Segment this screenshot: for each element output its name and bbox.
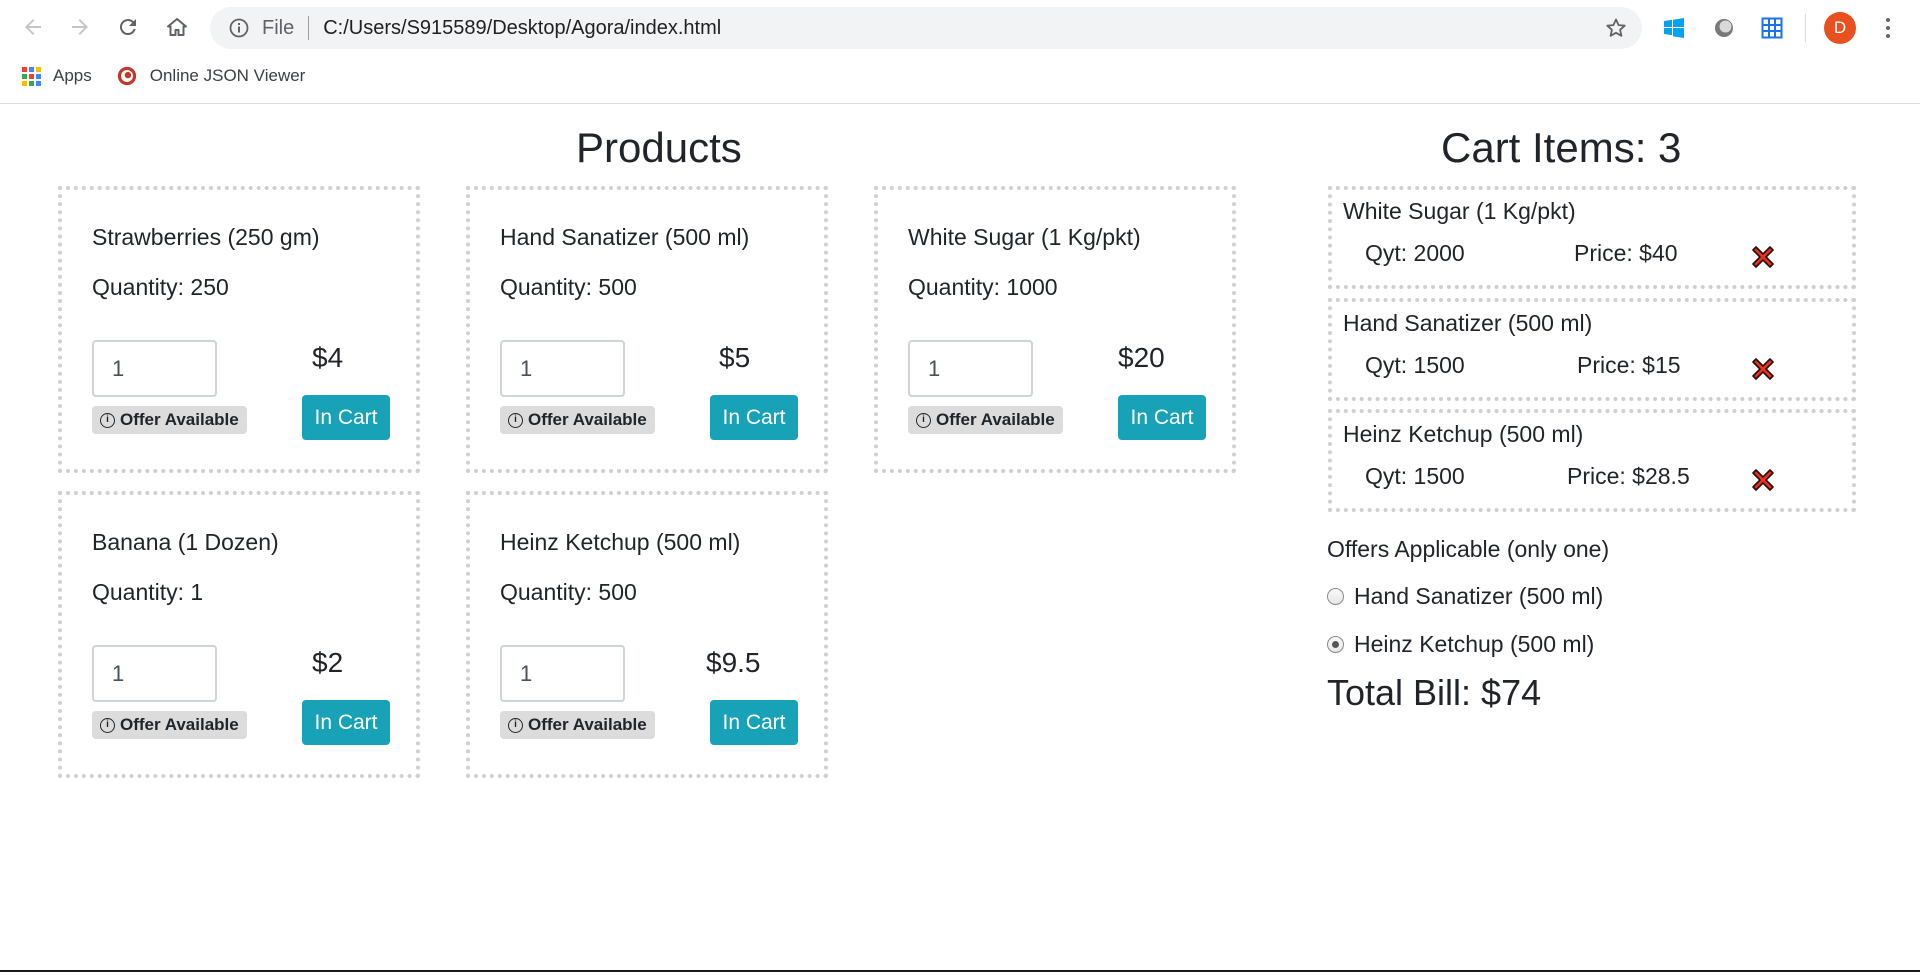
product-card: White Sugar (1 Kg/pkt) Quantity: 1000 $2… <box>874 186 1236 473</box>
bookmark-json-viewer[interactable]: Online JSON Viewer <box>116 65 306 87</box>
url-divider <box>308 16 310 40</box>
product-card: Hand Sanatizer (500 ml) Quantity: 500 $5… <box>466 186 828 473</box>
offer-radio[interactable] <box>1327 588 1344 605</box>
info-icon: i <box>508 717 523 733</box>
product-price: $5 <box>719 342 751 373</box>
offer-badge[interactable]: i Offer Available <box>908 406 1063 434</box>
cart-item-price: Price: $40 <box>1574 240 1678 266</box>
info-icon: i <box>508 412 523 428</box>
quantity-input[interactable] <box>500 340 625 397</box>
forward-button[interactable] <box>65 12 95 42</box>
quantity-input[interactable] <box>92 645 217 702</box>
product-quantity: Quantity: 500 <box>500 579 637 605</box>
product-quantity: Quantity: 500 <box>500 274 637 300</box>
product-quantity: Quantity: 1 <box>92 579 204 605</box>
in-cart-button[interactable]: In Cart <box>710 700 798 745</box>
product-name: Heinz Ketchup (500 ml) <box>500 529 741 555</box>
offer-option-label: Heinz Ketchup (500 ml) <box>1354 631 1595 657</box>
profile-avatar[interactable]: D <box>1824 12 1856 44</box>
bookmark-label: Online JSON Viewer <box>149 66 306 85</box>
product-name: Banana (1 Dozen) <box>92 529 279 555</box>
circle-extension-icon[interactable] <box>1710 14 1738 42</box>
cart-item-qty: Qyt: 2000 <box>1365 240 1465 266</box>
in-cart-button[interactable]: In Cart <box>302 395 390 440</box>
cart-item: White Sugar (1 Kg/pkt) Qyt: 2000 Price: … <box>1328 186 1856 289</box>
product-name: Strawberries (250 gm) <box>92 224 320 250</box>
cart-item: Hand Sanatizer (500 ml) Qyt: 1500 Price:… <box>1328 298 1856 401</box>
bookmark-star-icon[interactable] <box>1604 16 1628 40</box>
product-price: $20 <box>1118 342 1165 373</box>
offer-label: Offer Available <box>120 715 239 734</box>
product-price: $2 <box>312 647 344 678</box>
reload-icon <box>119 19 136 36</box>
cart-item-price: Price: $28.5 <box>1567 463 1690 489</box>
cart-item: Heinz Ketchup (500 ml) Qyt: 1500 Price: … <box>1328 409 1856 512</box>
cart-item-price: Price: $15 <box>1577 352 1681 378</box>
bookmark-label: Apps <box>53 66 92 85</box>
cart-item-qty: Qyt: 1500 <box>1365 352 1465 378</box>
in-cart-button[interactable]: In Cart <box>1118 395 1206 440</box>
windows-extension-icon[interactable] <box>1660 14 1688 42</box>
offer-option[interactable]: Heinz Ketchup (500 ml) <box>1327 631 1594 658</box>
cart-item-name: Heinz Ketchup (500 ml) <box>1343 421 1584 447</box>
bookmark-apps[interactable]: Apps <box>22 66 92 86</box>
product-price: $4 <box>312 342 344 373</box>
offer-label: Offer Available <box>936 410 1055 429</box>
offer-badge[interactable]: i Offer Available <box>92 711 247 739</box>
grid-extension-icon[interactable] <box>1758 14 1786 42</box>
offer-option-label: Hand Sanatizer (500 ml) <box>1354 583 1604 609</box>
total-bill: Total Bill: $74 <box>1327 672 1542 713</box>
arrow-left-icon <box>25 19 41 35</box>
cart-title: Cart Items: 3 <box>1441 124 1682 171</box>
home-button[interactable] <box>162 12 192 42</box>
url-text[interactable]: C:/Users/S915589/Desktop/Agora/index.htm… <box>323 17 721 40</box>
cart-item-name: White Sugar (1 Kg/pkt) <box>1343 198 1576 224</box>
offer-label: Offer Available <box>528 715 647 734</box>
cart-item-name: Hand Sanatizer (500 ml) <box>1343 310 1593 336</box>
remove-item-icon[interactable] <box>1748 465 1778 495</box>
json-viewer-icon <box>117 66 136 86</box>
home-icon <box>167 18 187 36</box>
browser-menu-icon[interactable] <box>1878 12 1898 44</box>
product-card: Banana (1 Dozen) Quantity: 1 $2 i Offer A… <box>58 491 420 778</box>
info-icon: i <box>100 412 115 428</box>
offer-label: Offer Available <box>120 410 239 429</box>
product-card: Heinz Ketchup (500 ml) Quantity: 500 $9.… <box>466 491 828 778</box>
reload-button[interactable] <box>113 12 143 42</box>
product-price: $9.5 <box>706 647 761 678</box>
address-bar[interactable]: File C:/Users/S915589/Desktop/Agora/inde… <box>210 7 1642 49</box>
remove-item-icon[interactable] <box>1748 354 1778 384</box>
remove-item-icon[interactable] <box>1748 242 1778 272</box>
product-quantity: Quantity: 1000 <box>908 274 1058 300</box>
in-cart-button[interactable]: In Cart <box>710 395 798 440</box>
product-name: White Sugar (1 Kg/pkt) <box>908 224 1141 250</box>
quantity-input[interactable] <box>500 645 625 702</box>
offer-radio[interactable] <box>1327 636 1344 653</box>
back-button[interactable] <box>18 12 48 42</box>
offer-badge[interactable]: i Offer Available <box>500 711 655 739</box>
offer-badge[interactable]: i Offer Available <box>92 406 247 434</box>
product-name: Hand Sanatizer (500 ml) <box>500 224 750 250</box>
arrow-right-icon <box>72 19 88 35</box>
info-icon: i <box>916 412 931 428</box>
product-card: Strawberries (250 gm) Quantity: 250 $4 i… <box>58 186 420 473</box>
cart-item-qty: Qyt: 1500 <box>1365 463 1465 489</box>
products-title: Products <box>576 124 742 171</box>
offer-label: Offer Available <box>528 410 647 429</box>
browser-chrome: File C:/Users/S915589/Desktop/Agora/inde… <box>0 0 1920 104</box>
quantity-input[interactable] <box>92 340 217 397</box>
toolbar-divider <box>1805 14 1806 42</box>
apps-grid-icon <box>22 66 41 86</box>
info-icon: i <box>100 717 115 733</box>
offer-option[interactable]: Hand Sanatizer (500 ml) <box>1327 583 1603 610</box>
bookmarks-bar: Apps Online JSON Viewer <box>0 60 305 92</box>
in-cart-button[interactable]: In Cart <box>302 700 390 745</box>
offer-badge[interactable]: i Offer Available <box>500 406 655 434</box>
product-quantity: Quantity: 250 <box>92 274 229 300</box>
offers-title: Offers Applicable (only one) <box>1327 536 1610 562</box>
quantity-input[interactable] <box>908 340 1033 397</box>
url-scheme: File <box>262 16 295 39</box>
info-icon[interactable] <box>228 17 250 39</box>
